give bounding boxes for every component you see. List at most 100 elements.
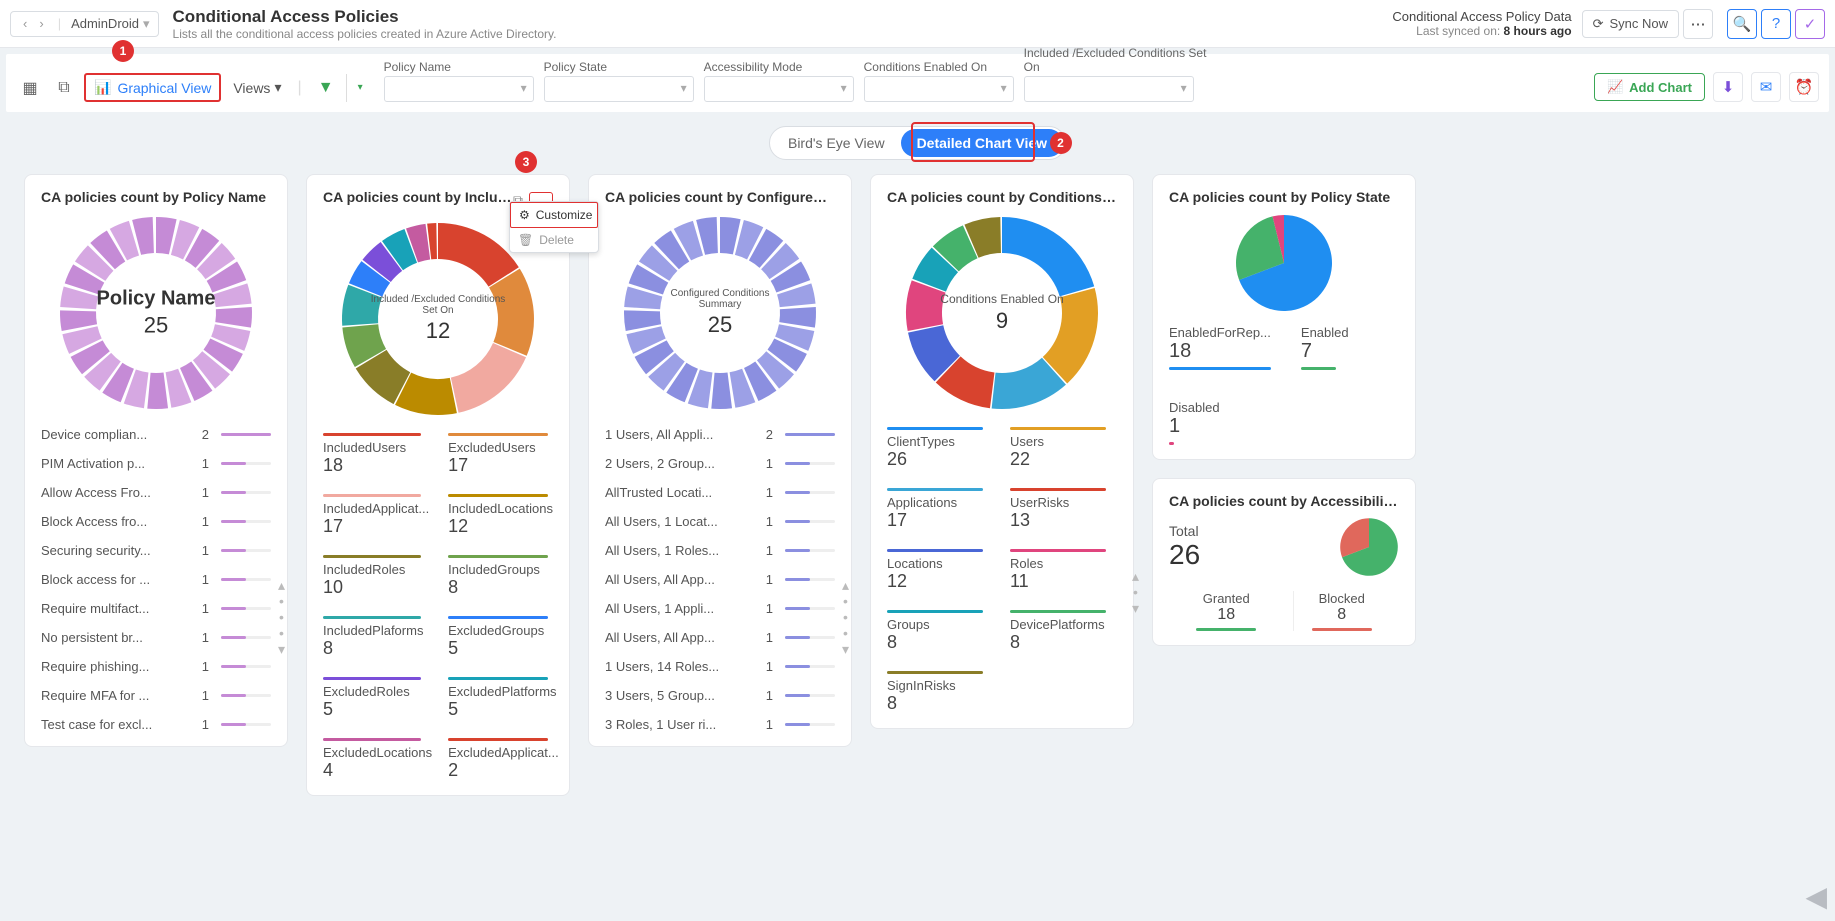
legend-row[interactable]: Require multifact... 1 bbox=[41, 601, 271, 616]
clock-icon[interactable]: ⏰ bbox=[1789, 72, 1819, 102]
legend-item[interactable]: ExcludedUsers 17 bbox=[448, 433, 559, 476]
legend-name: Require phishing... bbox=[41, 659, 181, 674]
legend-row[interactable]: 1 Users, All Appli... 2 bbox=[605, 427, 835, 442]
filter-incl-excl-select[interactable] bbox=[1024, 76, 1194, 102]
layout-icon[interactable]: ▦ bbox=[16, 74, 44, 102]
kpi-item[interactable]: Enabled 7 bbox=[1301, 325, 1391, 370]
legend-row[interactable]: Allow Access Fro... 1 bbox=[41, 485, 271, 500]
more-dots-button[interactable]: ⋯ bbox=[1683, 9, 1713, 39]
legend-name: ExcludedLocations bbox=[323, 745, 432, 760]
legend-name: Block Access fro... bbox=[41, 514, 181, 529]
mail-icon[interactable]: ✉ bbox=[1751, 72, 1781, 102]
legend-value: 5 bbox=[448, 699, 559, 720]
legend-row[interactable]: 3 Users, 5 Group... 1 bbox=[605, 688, 835, 703]
legend-item[interactable]: UserRisks 13 bbox=[1010, 488, 1117, 531]
legend-row[interactable]: Test case for excl... 1 bbox=[41, 717, 271, 732]
legend-item[interactable]: ExcludedGroups 5 bbox=[448, 616, 559, 659]
legend-row[interactable]: Securing security... 1 bbox=[41, 543, 271, 558]
sync-value: 8 hours ago bbox=[1504, 24, 1572, 38]
legend-row[interactable]: All Users, All App... 1 bbox=[605, 572, 835, 587]
legend-item[interactable]: Locations 12 bbox=[887, 549, 994, 592]
legend-row[interactable]: PIM Activation p... 1 bbox=[41, 456, 271, 471]
legend-row[interactable]: Block access for ... 1 bbox=[41, 572, 271, 587]
ctx-customize[interactable]: ⚙Customize bbox=[510, 202, 598, 228]
filter-conditions-select[interactable] bbox=[864, 76, 1014, 102]
legend-row[interactable]: No persistent br... 1 bbox=[41, 630, 271, 645]
legend-item[interactable]: IncludedApplicat... 17 bbox=[323, 494, 432, 537]
funnel-icon[interactable]: ▼ bbox=[312, 74, 340, 102]
legend-item[interactable]: IncludedRoles 10 bbox=[323, 555, 432, 598]
legend-item[interactable]: SignInRisks 8 bbox=[887, 671, 994, 714]
breadcrumb-nav[interactable]: ‹ › | AdminDroid ▾ bbox=[10, 11, 159, 37]
filter-policy-state-select[interactable] bbox=[544, 76, 694, 102]
legend-item[interactable]: IncludedLocations 12 bbox=[448, 494, 559, 537]
legend-item[interactable]: ExcludedApplicat... 2 bbox=[448, 738, 559, 781]
nav-fwd-icon[interactable]: › bbox=[35, 16, 47, 31]
sync-now-button[interactable]: ⟳ Sync Now bbox=[1582, 10, 1679, 38]
legend-row[interactable]: Device complian... 2 bbox=[41, 427, 271, 442]
legend-row[interactable]: All Users, 1 Appli... 1 bbox=[605, 601, 835, 616]
legend-row[interactable]: 1 Users, 14 Roles... 1 bbox=[605, 659, 835, 674]
legend-row[interactable]: All Users, 1 Roles... 1 bbox=[605, 543, 835, 558]
funnel-add-icon[interactable]: ▾ bbox=[346, 74, 374, 102]
kpi-name: Granted bbox=[1196, 591, 1256, 606]
search-icon[interactable]: 🔍 bbox=[1727, 9, 1757, 39]
kpi-item[interactable]: EnabledForRep... 18 bbox=[1169, 325, 1271, 370]
legend-item[interactable]: Applications 17 bbox=[887, 488, 994, 531]
kpi-value: 7 bbox=[1301, 340, 1391, 363]
breadcrumb-brand[interactable]: AdminDroid bbox=[71, 16, 139, 31]
legend-row[interactable]: Block Access fro... 1 bbox=[41, 514, 271, 529]
kpi-item[interactable]: Disabled 1 bbox=[1169, 400, 1259, 445]
back-arrow-icon[interactable]: ◀ bbox=[1805, 880, 1827, 913]
acc-kpi[interactable]: Granted 18 bbox=[1178, 591, 1274, 631]
legend-item[interactable]: ExcludedPlatforms 5 bbox=[448, 677, 559, 720]
legend-item[interactable]: IncludedUsers 18 bbox=[323, 433, 432, 476]
legend-row[interactable]: Require phishing... 1 bbox=[41, 659, 271, 674]
scroll-indicator[interactable]: ▴•••▾ bbox=[842, 580, 849, 654]
legend-item[interactable]: ExcludedLocations 4 bbox=[323, 738, 432, 781]
refresh-icon: ⟳ bbox=[1593, 16, 1604, 32]
acc-kpi[interactable]: Blocked 8 bbox=[1293, 591, 1390, 631]
legend-row[interactable]: 3 Roles, 1 User ri... 1 bbox=[605, 717, 835, 732]
legend-row[interactable]: 2 Users, 2 Group... 1 bbox=[605, 456, 835, 471]
context-menu: ⚙Customize 🗑Delete bbox=[509, 201, 599, 253]
legend-name: All Users, All App... bbox=[605, 630, 745, 645]
scroll-indicator[interactable]: ▴•••▾ bbox=[278, 580, 285, 654]
nav-back-icon[interactable]: ‹ bbox=[19, 16, 31, 31]
legend-item[interactable]: Roles 11 bbox=[1010, 549, 1117, 592]
filter-policy-name-select[interactable] bbox=[384, 76, 534, 102]
legend-policy-name: ▴•••▾ Device complian... 2 PIM Activatio… bbox=[41, 427, 271, 732]
legend-name: Roles bbox=[1010, 556, 1117, 571]
filter-label: Accessibility Mode bbox=[704, 60, 854, 74]
kpi-name: Blocked bbox=[1312, 591, 1372, 606]
add-chart-button[interactable]: 📈 Add Chart bbox=[1594, 73, 1705, 101]
legend-item[interactable]: IncludedPlaforms 8 bbox=[323, 616, 432, 659]
legend-row[interactable]: All Users, 1 Locat... 1 bbox=[605, 514, 835, 529]
graphical-view-button[interactable]: 📊 Graphical View bbox=[84, 73, 221, 102]
legend-row[interactable]: All Users, All App... 1 bbox=[605, 630, 835, 645]
scroll-indicator[interactable]: ▴•▾ bbox=[1132, 571, 1139, 613]
legend-item[interactable]: Users 22 bbox=[1010, 427, 1117, 470]
check-icon[interactable]: ✓ bbox=[1795, 9, 1825, 39]
callout-1: 1 bbox=[112, 40, 134, 62]
legend-item[interactable]: DevicePlatforms 8 bbox=[1010, 610, 1117, 653]
copy-icon[interactable]: ⧉ bbox=[50, 74, 78, 102]
views-dropdown[interactable]: Views ▾ bbox=[227, 79, 287, 96]
legend-item[interactable]: IncludedGroups 8 bbox=[448, 555, 559, 598]
legend-item[interactable]: ClientTypes 26 bbox=[887, 427, 994, 470]
legend-item[interactable]: ExcludedRoles 5 bbox=[323, 677, 432, 720]
legend-row[interactable]: AllTrusted Locati... 1 bbox=[605, 485, 835, 500]
ctx-delete[interactable]: 🗑Delete bbox=[510, 228, 598, 252]
legend-value: 1 bbox=[181, 543, 209, 558]
legend-value: 1 bbox=[745, 543, 773, 558]
help-icon[interactable]: ? bbox=[1761, 9, 1791, 39]
filter-accessibility-select[interactable] bbox=[704, 76, 854, 102]
filter-label: Policy State bbox=[544, 60, 694, 74]
topbar: ‹ › | AdminDroid ▾ Conditional Access Po… bbox=[0, 0, 1835, 48]
download-icon[interactable]: ⬇ bbox=[1713, 72, 1743, 102]
legend-row[interactable]: Require MFA for ... 1 bbox=[41, 688, 271, 703]
legend-item[interactable]: Groups 8 bbox=[887, 610, 994, 653]
birds-eye-tab[interactable]: Bird's Eye View bbox=[772, 129, 901, 157]
legend-name: AllTrusted Locati... bbox=[605, 485, 745, 500]
chevron-down-icon[interactable]: ▾ bbox=[143, 16, 150, 32]
